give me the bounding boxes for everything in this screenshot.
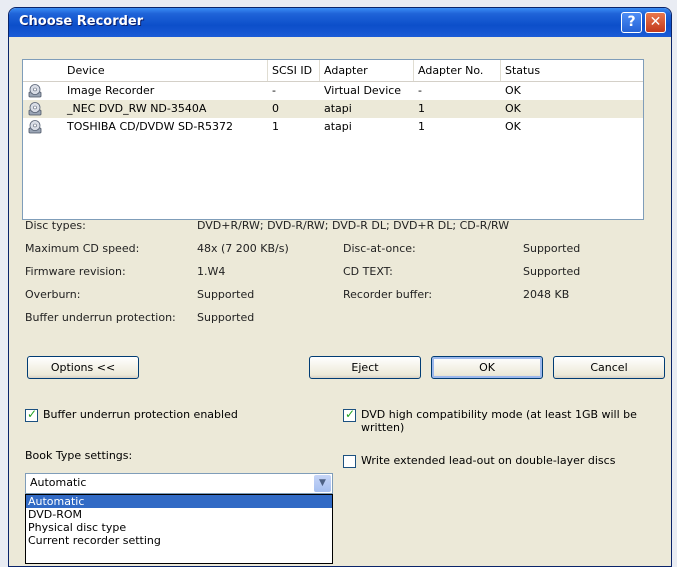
check-icon: ✓ — [345, 407, 356, 421]
max-speed-label: Maximum CD speed: — [25, 242, 140, 255]
cell-adapter-no: 1 — [418, 102, 425, 115]
choose-recorder-dialog: Choose Recorder ? ✕ Device SCSI ID Adapt… — [8, 7, 672, 567]
disc-at-once-label: Disc-at-once: — [343, 242, 416, 255]
book-type-select[interactable]: Automatic ▼ — [25, 473, 333, 494]
help-button[interactable]: ? — [621, 12, 642, 33]
extended-leadout-checkbox[interactable] — [343, 455, 356, 468]
title-bar[interactable]: Choose Recorder ? ✕ — [9, 8, 671, 37]
buffer-underrun-label[interactable]: Buffer underrun protection enabled — [43, 408, 238, 421]
cell-device: _NEC DVD_RW ND-3540A — [67, 102, 207, 115]
table-row[interactable]: _NEC DVD_RW ND-3540A 0 atapi 1 OK — [23, 100, 643, 118]
dialog-body: Device SCSI ID Adapter Adapter No. Statu… — [13, 37, 667, 566]
eject-button[interactable]: Eject — [309, 356, 421, 379]
cell-scsi-id: 0 — [272, 102, 279, 115]
list-header: Device SCSI ID Adapter Adapter No. Statu… — [23, 60, 643, 82]
extended-leadout-label[interactable]: Write extended lead-out on double-layer … — [361, 454, 615, 467]
cd-text-label: CD TEXT: — [343, 265, 393, 278]
cell-scsi-id: 1 — [272, 120, 279, 133]
ok-button[interactable]: OK — [431, 356, 543, 379]
cell-adapter: atapi — [324, 120, 352, 133]
book-type-option-physical[interactable]: Physical disc type — [26, 521, 332, 534]
recorder-list[interactable]: Device SCSI ID Adapter Adapter No. Statu… — [22, 59, 644, 220]
cell-status: OK — [505, 120, 521, 133]
cell-device: TOSHIBA CD/DVDW SD-R5372 — [67, 120, 234, 133]
buffer-protection-label: Buffer underrun protection: — [25, 311, 176, 324]
cell-status: OK — [505, 102, 521, 115]
dvd-compat-label[interactable]: DVD high compatibility mode (at least 1G… — [361, 408, 661, 434]
cell-status: OK — [505, 84, 521, 97]
buffer-underrun-checkbox[interactable]: ✓ — [25, 407, 38, 422]
disc-drive-icon — [28, 102, 42, 116]
cell-adapter-no: 1 — [418, 120, 425, 133]
cell-adapter: atapi — [324, 102, 352, 115]
table-row[interactable]: Image Recorder - Virtual Device - OK — [23, 82, 643, 100]
disc-drive-icon — [28, 120, 42, 134]
cell-device: Image Recorder — [67, 84, 155, 97]
cell-adapter-no: - — [418, 84, 422, 97]
column-scsi-id[interactable]: SCSI ID — [268, 60, 320, 81]
disc-drive-icon — [28, 84, 42, 98]
book-type-label: Book Type settings: — [25, 449, 133, 462]
cancel-button[interactable]: Cancel — [553, 356, 665, 379]
table-row[interactable]: TOSHIBA CD/DVDW SD-R5372 1 atapi 1 OK — [23, 118, 643, 136]
recorder-buffer-label: Recorder buffer: — [343, 288, 433, 301]
book-type-option-automatic[interactable]: Automatic — [26, 495, 332, 508]
chevron-down-icon[interactable]: ▼ — [314, 475, 331, 492]
check-icon: ✓ — [27, 407, 38, 421]
dvd-compat-checkbox[interactable]: ✓ — [343, 407, 356, 422]
dialog-title: Choose Recorder — [19, 14, 144, 29]
overburn-value: Supported — [197, 288, 255, 301]
buffer-protection-value: Supported — [197, 311, 255, 324]
disc-at-once-value: Supported — [523, 242, 581, 255]
column-device[interactable]: Device — [23, 60, 268, 81]
book-type-option-current[interactable]: Current recorder setting — [26, 534, 332, 547]
firmware-value: 1.W4 — [197, 265, 226, 278]
book-type-selected: Automatic — [30, 476, 87, 489]
disc-types-value: DVD+R/RW; DVD-R/RW; DVD-R DL; DVD+R DL; … — [197, 219, 510, 232]
cell-adapter: Virtual Device — [324, 84, 402, 97]
book-type-option-dvd-rom[interactable]: DVD-ROM — [26, 508, 332, 521]
close-button[interactable]: ✕ — [645, 12, 666, 33]
max-speed-value: 48x (7 200 KB/s) — [197, 242, 289, 255]
firmware-label: Firmware revision: — [25, 265, 126, 278]
recorder-buffer-value: 2048 KB — [523, 288, 570, 301]
cell-scsi-id: - — [272, 84, 276, 97]
column-adapter-no[interactable]: Adapter No. — [414, 60, 501, 81]
column-adapter[interactable]: Adapter — [320, 60, 414, 81]
options-button[interactable]: Options << — [27, 356, 139, 379]
overburn-label: Overburn: — [25, 288, 81, 301]
disc-types-label: Disc types: — [25, 219, 86, 232]
cd-text-value: Supported — [523, 265, 581, 278]
column-status[interactable]: Status — [501, 60, 644, 81]
